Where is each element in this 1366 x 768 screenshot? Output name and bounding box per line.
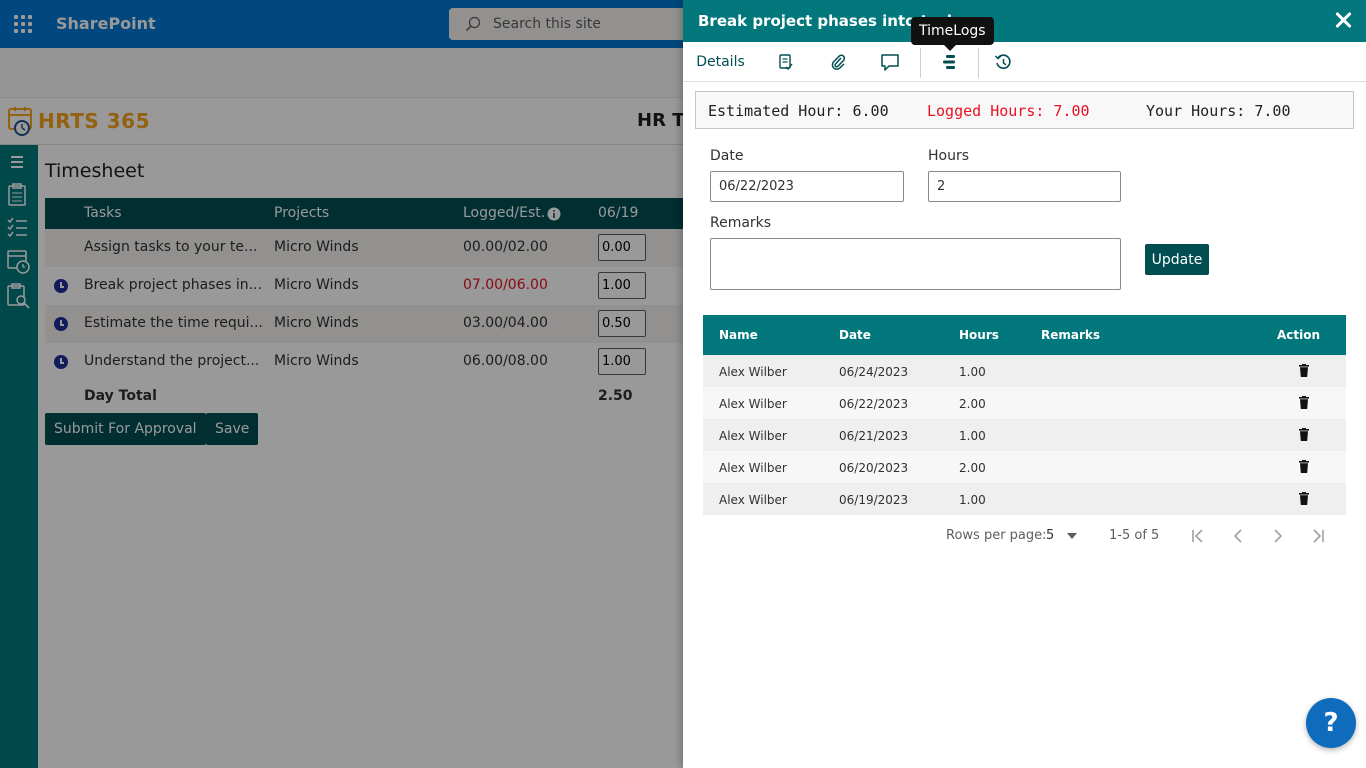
page-range: 1-5 of 5	[1109, 528, 1160, 543]
rows-per-page-label: Rows per page:	[946, 528, 1047, 543]
rows-per-page-select[interactable]: 5	[1046, 528, 1054, 543]
timelogs-header-row: Name Date Hours Remarks Action	[703, 315, 1346, 355]
hours-field[interactable]	[928, 171, 1121, 202]
estimated-hours: Estimated Hour: 6.00	[708, 102, 889, 120]
log-hours: 1.00	[959, 365, 986, 379]
table-row: Alex Wilber 06/19/2023 1.00	[703, 483, 1346, 515]
log-hours: 1.00	[959, 429, 986, 443]
delete-icon[interactable]	[1299, 364, 1309, 377]
column-header-name[interactable]: Name	[719, 328, 758, 342]
date-label: Date	[710, 148, 744, 164]
close-icon[interactable]	[1334, 11, 1352, 29]
log-name: Alex Wilber	[719, 397, 787, 411]
tab-comments[interactable]	[875, 42, 905, 82]
log-hours: 2.00	[959, 397, 986, 411]
comment-icon	[881, 54, 899, 71]
paperclip-icon	[831, 54, 846, 70]
timelogs-icon	[943, 55, 955, 69]
log-hours: 1.00	[959, 493, 986, 507]
tab-attachments[interactable]	[823, 42, 853, 82]
update-button[interactable]: Update	[1145, 244, 1209, 275]
log-name: Alex Wilber	[719, 461, 787, 475]
tab-checklist[interactable]	[771, 42, 801, 82]
caret-down-icon[interactable]	[1067, 533, 1077, 539]
log-name: Alex Wilber	[719, 429, 787, 443]
table-row: Alex Wilber 06/21/2023 1.00	[703, 419, 1346, 451]
checklist-icon	[779, 54, 793, 71]
column-header-remarks[interactable]: Remarks	[1041, 328, 1100, 342]
delete-icon[interactable]	[1299, 428, 1309, 441]
timelogs-table: Name Date Hours Remarks Action Alex Wilb…	[703, 315, 1346, 515]
panel-tabs: Details	[683, 42, 1366, 82]
hours-summary: Estimated Hour: 6.00 Logged Hours: 7.00 …	[695, 91, 1354, 129]
last-page-icon[interactable]	[1311, 528, 1325, 544]
log-hours: 2.00	[959, 461, 986, 475]
log-date: 06/19/2023	[839, 493, 909, 507]
history-icon	[994, 54, 1011, 69]
first-page-icon[interactable]	[1191, 528, 1205, 544]
modal-overlay[interactable]	[0, 0, 683, 768]
panel-header: Break project phases into task	[683, 0, 1366, 42]
delete-icon[interactable]	[1299, 460, 1309, 473]
log-name: Alex Wilber	[719, 493, 787, 507]
delete-icon[interactable]	[1299, 396, 1309, 409]
table-pagination: Rows per page: 5 1-5 of 5	[683, 528, 1366, 546]
log-date: 06/22/2023	[839, 397, 909, 411]
log-date: 06/20/2023	[839, 461, 909, 475]
table-row: Alex Wilber 06/22/2023 2.00	[703, 387, 1346, 419]
tab-divider	[920, 48, 921, 78]
column-header-hours[interactable]: Hours	[959, 328, 999, 342]
task-panel: Break project phases into task Details E…	[683, 0, 1366, 768]
help-button[interactable]: ?	[1306, 698, 1356, 748]
remarks-field[interactable]	[710, 238, 1121, 290]
timelogs-tooltip: TimeLogs	[911, 17, 994, 51]
tab-divider	[978, 48, 979, 78]
logged-hours: Logged Hours: 7.00	[927, 102, 1090, 120]
log-name: Alex Wilber	[719, 365, 787, 379]
column-header-action: Action	[1277, 328, 1321, 342]
remarks-label: Remarks	[710, 215, 772, 231]
log-date: 06/21/2023	[839, 429, 909, 443]
log-date: 06/24/2023	[839, 365, 909, 379]
your-hours: Your Hours: 7.00	[1146, 102, 1291, 120]
date-field[interactable]	[710, 171, 904, 202]
next-page-icon[interactable]	[1273, 528, 1283, 544]
timelogs-body: Alex Wilber 06/24/2023 1.00 Alex Wilber …	[703, 355, 1346, 515]
tab-details[interactable]: Details	[688, 42, 753, 82]
table-row: Alex Wilber 06/20/2023 2.00	[703, 451, 1346, 483]
column-header-date[interactable]: Date	[839, 328, 871, 342]
previous-page-icon[interactable]	[1233, 528, 1243, 544]
table-row: Alex Wilber 06/24/2023 1.00	[703, 355, 1346, 387]
delete-icon[interactable]	[1299, 492, 1309, 505]
hours-label: Hours	[928, 148, 970, 164]
tab-history[interactable]	[988, 42, 1018, 82]
